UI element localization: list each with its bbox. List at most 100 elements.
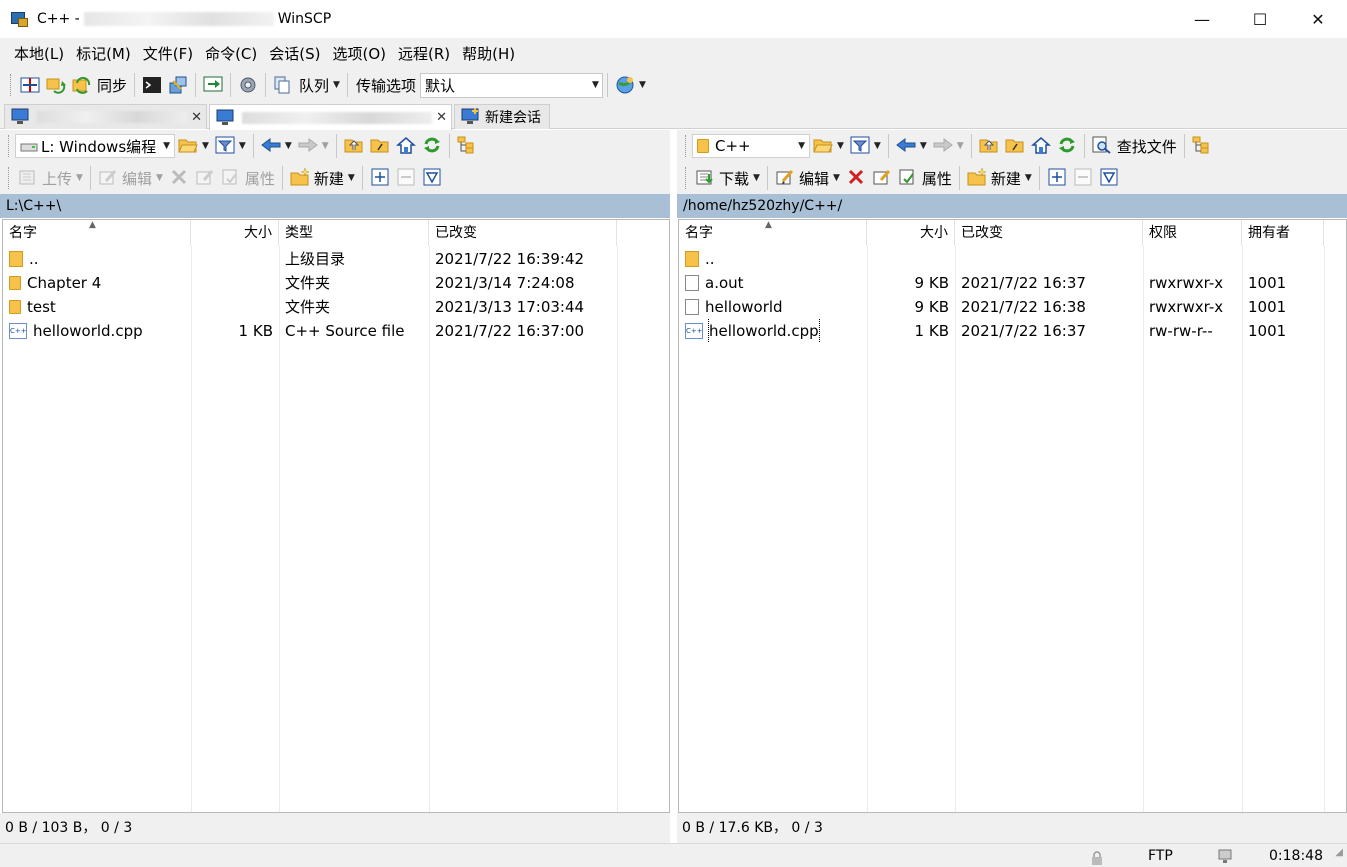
close-tab-icon[interactable]: ✕ xyxy=(436,110,447,125)
refresh-icon xyxy=(422,136,442,156)
close-tab-icon[interactable]: ✕ xyxy=(191,110,202,125)
toolbar-grip[interactable] xyxy=(8,135,11,157)
remote-row-helloworld-cpp[interactable]: C++ helloworld.cpp 1 KB 2021/7/22 16:37 r… xyxy=(679,319,1346,343)
local-root-dir-button[interactable] xyxy=(367,133,393,159)
local-row-chapter4[interactable]: Chapter 4 文件夹 2021/3/14 7:24:08 xyxy=(3,271,669,295)
local-back-button[interactable]: ▼ xyxy=(258,133,295,159)
menu-options[interactable]: 选项(O) xyxy=(326,39,392,69)
tree-view-icon xyxy=(457,136,477,156)
chevron-down-icon: ▼ xyxy=(238,141,246,151)
remote-parent-dir-button[interactable] xyxy=(976,133,1002,159)
menu-session[interactable]: 会话(S) xyxy=(263,39,326,69)
compare-dirs-button[interactable] xyxy=(17,72,43,98)
local-col-changed[interactable]: 已改变 xyxy=(429,220,617,246)
transfer-settings-select[interactable]: 默认 ▼ xyxy=(419,72,603,98)
upload-button[interactable]: 上传 ▼ xyxy=(15,165,86,191)
close-button[interactable]: ✕ xyxy=(1289,0,1347,38)
menu-help[interactable]: 帮助(H) xyxy=(456,39,521,69)
local-unselect-button[interactable] xyxy=(393,165,419,191)
remote-select-all-button[interactable] xyxy=(1096,165,1122,191)
local-properties-label: 属性 xyxy=(244,169,275,188)
remote-unselect-button[interactable] xyxy=(1070,165,1096,191)
remote-back-button[interactable]: ▼ xyxy=(893,133,930,159)
new-session-tab[interactable]: 新建会话 xyxy=(454,104,550,129)
menu-commands[interactable]: 命令(C) xyxy=(199,39,263,69)
global-button[interactable]: ▼ xyxy=(612,72,649,98)
menu-local[interactable]: 本地(L) xyxy=(8,39,70,69)
remote-delete-button[interactable] xyxy=(843,165,869,191)
cpp-file-icon: C++ xyxy=(685,323,703,339)
local-open-dir-button[interactable]: ▼ xyxy=(175,133,212,159)
forward-arrow-icon xyxy=(298,136,318,156)
local-row-helloworld-cpp[interactable]: C++ helloworld.cpp 1 KB C++ Source file 2… xyxy=(3,319,669,343)
local-properties-button[interactable]: 属性 xyxy=(218,165,278,191)
local-col-type[interactable]: 类型 xyxy=(279,220,429,246)
remote-row-a-out[interactable]: a.out 9 KB 2021/7/22 16:37 rwxrwxr-x 100… xyxy=(679,271,1346,295)
maximize-button[interactable]: ☐ xyxy=(1231,0,1289,38)
remote-col-size[interactable]: 大小 xyxy=(867,220,955,246)
local-drive-select[interactable]: L: Windows编程 ▼ xyxy=(15,134,175,158)
remote-file-list[interactable]: 名字 ▲ 大小 已改变 权限 拥有者 .. a.out 9 KB 2021/7/2… xyxy=(678,219,1347,813)
toolbar-grip[interactable] xyxy=(8,167,11,189)
local-edit-button[interactable]: 编辑 ▼ xyxy=(95,165,166,191)
remote-dir-select[interactable]: C++ ▼ xyxy=(692,134,810,158)
remote-select-button[interactable] xyxy=(1044,165,1070,191)
local-new-button[interactable]: 新建 ▼ xyxy=(287,165,358,191)
local-file-list[interactable]: 名字 ▲ 大小 类型 已改变 .. 上级目录 2021/7/22 16:39:42… xyxy=(2,219,670,813)
local-rename-button[interactable] xyxy=(192,165,218,191)
local-tree-button[interactable] xyxy=(454,133,480,159)
remote-sync-button[interactable] xyxy=(200,72,226,98)
session-tab-1[interactable]: ✕ xyxy=(4,104,207,129)
local-parent-dir-button[interactable] xyxy=(341,133,367,159)
minimize-button[interactable]: — xyxy=(1173,0,1231,38)
preferences-button[interactable] xyxy=(235,72,261,98)
remote-root-dir-button[interactable] xyxy=(1002,133,1028,159)
local-select-all-button[interactable] xyxy=(419,165,445,191)
toolbar-grip[interactable] xyxy=(10,74,13,96)
toolbar-grip[interactable] xyxy=(685,167,688,189)
remote-col-owner[interactable]: 拥有者 xyxy=(1242,220,1324,246)
toolbar-grip[interactable] xyxy=(685,135,688,157)
remote-home-button[interactable] xyxy=(1028,133,1054,159)
local-path-bar[interactable]: L:\C++\ xyxy=(0,194,670,218)
session-tab-2[interactable]: ✕ xyxy=(209,104,452,130)
menu-mark[interactable]: 标记(M) xyxy=(70,39,137,69)
network-status-icon xyxy=(1218,848,1238,867)
local-row-parent[interactable]: .. 上级目录 2021/7/22 16:39:42 xyxy=(3,247,669,271)
local-col-name[interactable]: 名字 ▲ xyxy=(3,220,191,246)
remote-row-parent[interactable]: .. xyxy=(679,247,1346,271)
resize-grip-icon[interactable]: ◢ xyxy=(1335,841,1343,865)
remote-col-name[interactable]: 名字 ▲ xyxy=(679,220,867,246)
local-col-size[interactable]: 大小 xyxy=(191,220,279,246)
local-refresh-button[interactable] xyxy=(419,133,445,159)
sync-browse-button[interactable] xyxy=(43,72,69,98)
local-select-button[interactable] xyxy=(367,165,393,191)
open-putty-button[interactable] xyxy=(165,72,191,98)
remote-col-rights[interactable]: 权限 xyxy=(1143,220,1242,246)
remote-new-button[interactable]: 新建 ▼ xyxy=(964,165,1035,191)
remote-rename-button[interactable] xyxy=(869,165,895,191)
remote-properties-button[interactable]: 属性 xyxy=(895,165,955,191)
local-row-test[interactable]: test 文件夹 2021/3/13 17:03:44 xyxy=(3,295,669,319)
find-files-button[interactable]: 查找文件 xyxy=(1089,133,1180,159)
remote-path-bar[interactable]: /home/hz520zhy/C++/ xyxy=(677,194,1347,218)
open-folder-icon xyxy=(813,136,833,156)
remote-forward-button[interactable]: ▼ xyxy=(930,133,967,159)
menu-remote[interactable]: 远程(R) xyxy=(392,39,456,69)
queue-button[interactable]: 队列 ▼ xyxy=(270,72,343,98)
download-button[interactable]: 下载 ▼ xyxy=(692,165,763,191)
open-terminal-button[interactable] xyxy=(139,72,165,98)
remote-refresh-button[interactable] xyxy=(1054,133,1080,159)
remote-row-helloworld[interactable]: helloworld 9 KB 2021/7/22 16:38 rwxrwxr-… xyxy=(679,295,1346,319)
remote-tree-button[interactable] xyxy=(1189,133,1215,159)
menu-files[interactable]: 文件(F) xyxy=(137,39,199,69)
local-filter-button[interactable]: ▼ xyxy=(212,133,249,159)
remote-open-dir-button[interactable]: ▼ xyxy=(810,133,847,159)
local-delete-button[interactable] xyxy=(166,165,192,191)
remote-edit-button[interactable]: 编辑 ▼ xyxy=(772,165,843,191)
remote-filter-button[interactable]: ▼ xyxy=(847,133,884,159)
remote-col-changed[interactable]: 已改变 xyxy=(955,220,1143,246)
local-home-button[interactable] xyxy=(393,133,419,159)
local-forward-button[interactable]: ▼ xyxy=(295,133,332,159)
synchronize-button[interactable]: 同步 xyxy=(69,72,130,98)
